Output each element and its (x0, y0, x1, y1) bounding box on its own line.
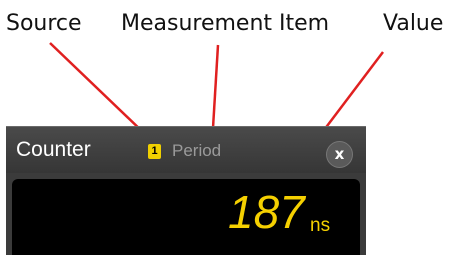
counter-title: Counter (16, 138, 91, 161)
callout-source-label: Source (6, 11, 82, 36)
annotated-counter-figure: Source Measurement Item Value Counter 1 … (0, 0, 452, 255)
close-icon: x (334, 145, 345, 163)
measurement-item-label[interactable]: Period (172, 141, 221, 161)
counter-reading-unit: ns (310, 215, 331, 236)
counter-widget: Counter 1 Period x 187 ns (6, 126, 366, 255)
arrow-to-measurement-item (211, 44, 220, 129)
arrow-to-source (49, 42, 146, 135)
counter-display: 187 ns (12, 179, 360, 255)
source-channel-badge[interactable]: 1 (148, 144, 161, 159)
callout-measurement-item-label: Measurement Item (121, 11, 330, 36)
counter-titlebar: Counter 1 Period x (6, 127, 366, 173)
close-button[interactable]: x (326, 141, 353, 168)
counter-reading-value: 187 (228, 186, 305, 238)
callout-value-label: Value (383, 11, 444, 36)
